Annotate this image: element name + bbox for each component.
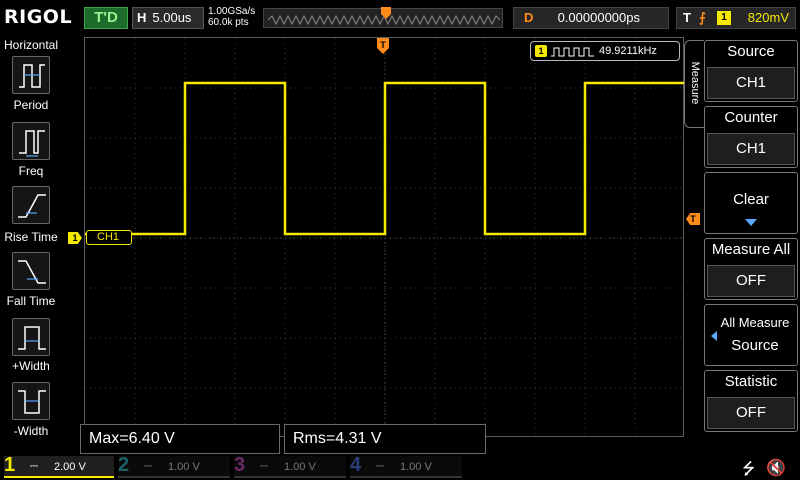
channel-4-status[interactable]: 4 ⎓ 1.00 V [350, 454, 462, 478]
channel-1-trace [85, 81, 685, 236]
top-status-bar: RIGOL T'D H 5.00us 1.00GSa/s 60.0k pts D … [0, 0, 800, 36]
channel-2-scale: 1.00 V [168, 461, 200, 473]
source-title: Source [727, 43, 775, 60]
dc-coupling-icon: ⎓ [376, 461, 384, 472]
all-measure-source-title: All Measure [720, 315, 790, 330]
timebase-value: 5.00us [152, 10, 192, 25]
memory-depth: 60.0k pts [208, 17, 249, 28]
frequency-counter: 1 49.9211kHz [530, 41, 680, 61]
fall-time-icon [18, 260, 46, 284]
pos-width-label: +Width [12, 359, 50, 373]
sample-rate: 1.00GSa/s [208, 6, 256, 17]
counter-source-value: CH1 [707, 133, 795, 165]
speaker-muted-icon[interactable]: 🔇 [766, 458, 786, 478]
memory-position-bar[interactable] [263, 7, 503, 28]
measure-menu-label: Measure [689, 61, 701, 105]
source-menu-item[interactable]: Source CH1 [704, 40, 798, 102]
counter-value: 49.9211kHz [599, 45, 657, 57]
dc-coupling-icon: ⎓ [144, 461, 152, 472]
channel-1-scale: 2.00 V [54, 461, 86, 473]
brand-logo: RIGOL [4, 6, 73, 28]
measurement-rms[interactable]: Rms=4.31 V [284, 424, 486, 454]
all-measure-source-menu-item[interactable]: All Measure Source [704, 304, 798, 366]
counter-menu-item[interactable]: Counter CH1 [704, 106, 798, 168]
trigger-label: T [683, 10, 691, 25]
channel-1-offset-marker[interactable]: 1 [68, 232, 82, 244]
neg-width-icon [18, 390, 46, 414]
freq-icon [19, 130, 45, 157]
pos-width-button[interactable] [12, 318, 50, 356]
trigger-level-value: 820mV [747, 10, 789, 25]
measure-function-panel: Horizontal Period Freq Rise Time Fall Ti… [0, 36, 62, 454]
period-button[interactable] [12, 56, 50, 94]
channel-2-number: 2 [118, 454, 130, 476]
trigger-position-letter: T [380, 40, 386, 50]
statistic-title: Statistic [724, 373, 778, 390]
channel-1-label-tag: CH1 [86, 230, 132, 245]
waveform-display-area[interactable] [84, 37, 685, 438]
measure-all-menu-item[interactable]: Measure All OFF [704, 238, 798, 300]
channel-3-scale: 1.00 V [284, 461, 316, 473]
trigger-channel-badge: 1 [717, 11, 731, 25]
measure-menu-tab: Measure [684, 40, 704, 128]
freq-label: Freq [18, 164, 44, 178]
period-icon [19, 64, 45, 88]
rise-time-button[interactable] [12, 186, 50, 224]
waveform-grid [85, 38, 685, 438]
acquisition-info: 1.00GSa/s 60.0k pts [208, 6, 255, 28]
delay-display[interactable]: D 0.00000000ps [513, 7, 669, 29]
fall-time-label: Fall Time [6, 294, 56, 308]
neg-width-label: -Width [13, 424, 49, 438]
channel-4-number: 4 [350, 454, 362, 476]
freq-button[interactable] [12, 122, 50, 160]
trigger-position-marker[interactable]: T [377, 38, 389, 54]
channel-1-number: 1 [4, 454, 16, 476]
statistic-value: OFF [707, 397, 795, 429]
delay-label: D [524, 10, 534, 25]
channel-2-status[interactable]: 2 ⎓ 1.00 V [118, 454, 230, 478]
counter-channel-badge: 1 [535, 45, 547, 57]
trigger-level-marker[interactable]: T [686, 213, 700, 225]
rise-time-icon [18, 194, 46, 218]
channel-status-bar: 1 ⎓ 2.00 V 2 ⎓ 1.00 V 3 ⎓ 1.00 V 4 ⎓ 1.0… [0, 454, 800, 480]
counter-title: Counter [724, 109, 778, 126]
down-arrow-icon [745, 219, 757, 226]
run-status-badge[interactable]: T'D [84, 7, 128, 29]
all-measure-source-subtitle: Source [731, 337, 779, 354]
channel-4-scale: 1.00 V [400, 461, 432, 473]
rise-time-label: Rise Time [4, 230, 58, 244]
neg-width-button[interactable] [12, 382, 50, 420]
dc-coupling-icon: ⎓ [30, 461, 38, 472]
pos-width-icon [18, 326, 46, 350]
fall-time-button[interactable] [12, 252, 50, 290]
horizontal-label: H [137, 10, 147, 25]
channel-1-status[interactable]: 1 ⎓ 2.00 V [4, 454, 114, 478]
usb-icon: ⭍ [742, 461, 756, 478]
square-wave-icon [551, 47, 594, 57]
measure-all-value: OFF [707, 265, 795, 297]
panel-title: Horizontal [3, 38, 59, 52]
timebase-display[interactable]: H 5.00us [132, 7, 204, 29]
clear-menu-item[interactable]: Clear [704, 172, 798, 234]
period-label: Period [13, 98, 49, 112]
measurement-max[interactable]: Max=6.40 V [80, 424, 280, 454]
dc-coupling-icon: ⎓ [260, 461, 268, 472]
channel-3-number: 3 [234, 454, 246, 476]
delay-value: 0.00000000ps [557, 10, 640, 25]
rising-edge-icon: ⨍ [699, 10, 706, 25]
statistic-menu-item[interactable]: Statistic OFF [704, 370, 798, 432]
trigger-display[interactable]: T ⨍ 1 820mV [676, 7, 796, 29]
memory-trigger-marker-icon [381, 7, 391, 19]
channel-3-status[interactable]: 3 ⎓ 1.00 V [234, 454, 346, 478]
source-value: CH1 [707, 67, 795, 99]
measure-all-title: Measure All [711, 241, 791, 258]
